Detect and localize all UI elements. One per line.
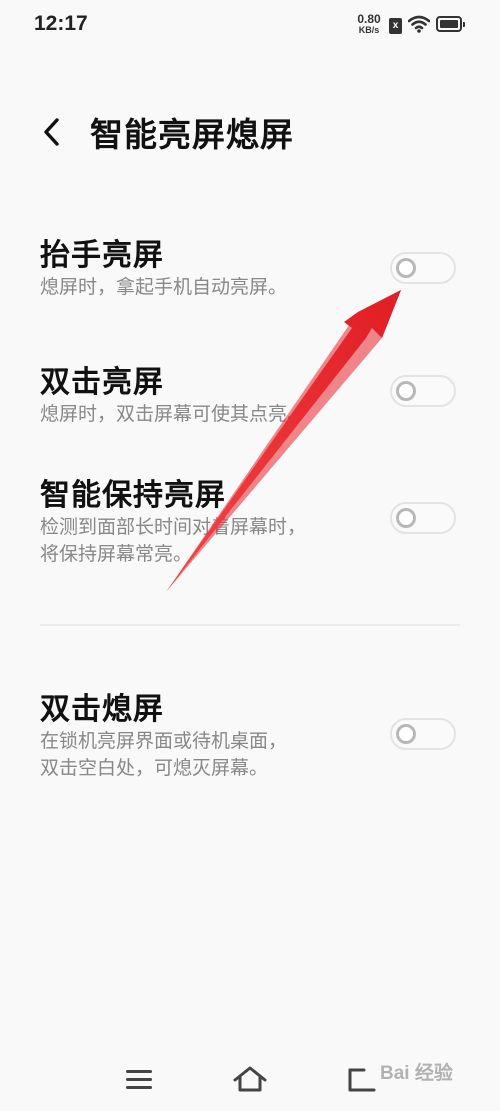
setting-description: 熄屏时，拿起手机自动亮屏。 [40, 276, 288, 298]
back-chevron-icon[interactable] [38, 114, 66, 150]
raise-to-wake-toggle[interactable] [390, 252, 456, 284]
setting-description: 检测到面部长时间对着屏幕时， 将保持屏幕常亮。 [40, 516, 307, 565]
section-divider [40, 624, 460, 626]
network-speed: 0.80 KB/s [353, 12, 385, 35]
toggle-knob [396, 508, 416, 528]
page-title: 智能亮屏熄屏 [90, 115, 294, 154]
double-tap-sleep-toggle[interactable] [390, 718, 456, 750]
setting-title: 双击亮屏 [40, 365, 164, 400]
setting-description: 在锁机亮屏界面或待机桌面， 双击空白处，可熄灭屏幕。 [40, 730, 288, 779]
menu-icon[interactable] [126, 1070, 152, 1090]
network-speed-unit: KB/s [358, 25, 380, 35]
setting-title: 抬手亮屏 [40, 238, 164, 273]
watermark: Bai 经验 [380, 1063, 453, 1084]
toggle-knob [396, 381, 416, 401]
home-icon[interactable] [232, 1064, 268, 1094]
screen: 12:17 0.80 KB/s x 智能亮屏熄屏 抬手亮屏 熄屏时，拿起手机自动… [0, 0, 500, 1111]
sim-card-icon: x [389, 18, 402, 34]
setting-title: 双击熄屏 [40, 692, 164, 727]
battery-icon [436, 16, 465, 32]
toggle-knob [396, 258, 416, 278]
setting-title: 智能保持亮屏 [40, 478, 226, 513]
setting-description: 熄屏时，双击屏幕可使其点亮。 [40, 403, 307, 425]
status-time: 12:17 [34, 12, 88, 35]
toggle-knob [396, 724, 416, 744]
wifi-icon [408, 15, 430, 33]
smart-stay-awake-toggle[interactable] [390, 502, 456, 534]
status-bar: 12:17 0.80 KB/s x [0, 0, 500, 52]
double-tap-wake-toggle[interactable] [390, 375, 456, 407]
back-icon[interactable] [344, 1066, 378, 1094]
network-speed-value: 0.80 [357, 12, 381, 26]
